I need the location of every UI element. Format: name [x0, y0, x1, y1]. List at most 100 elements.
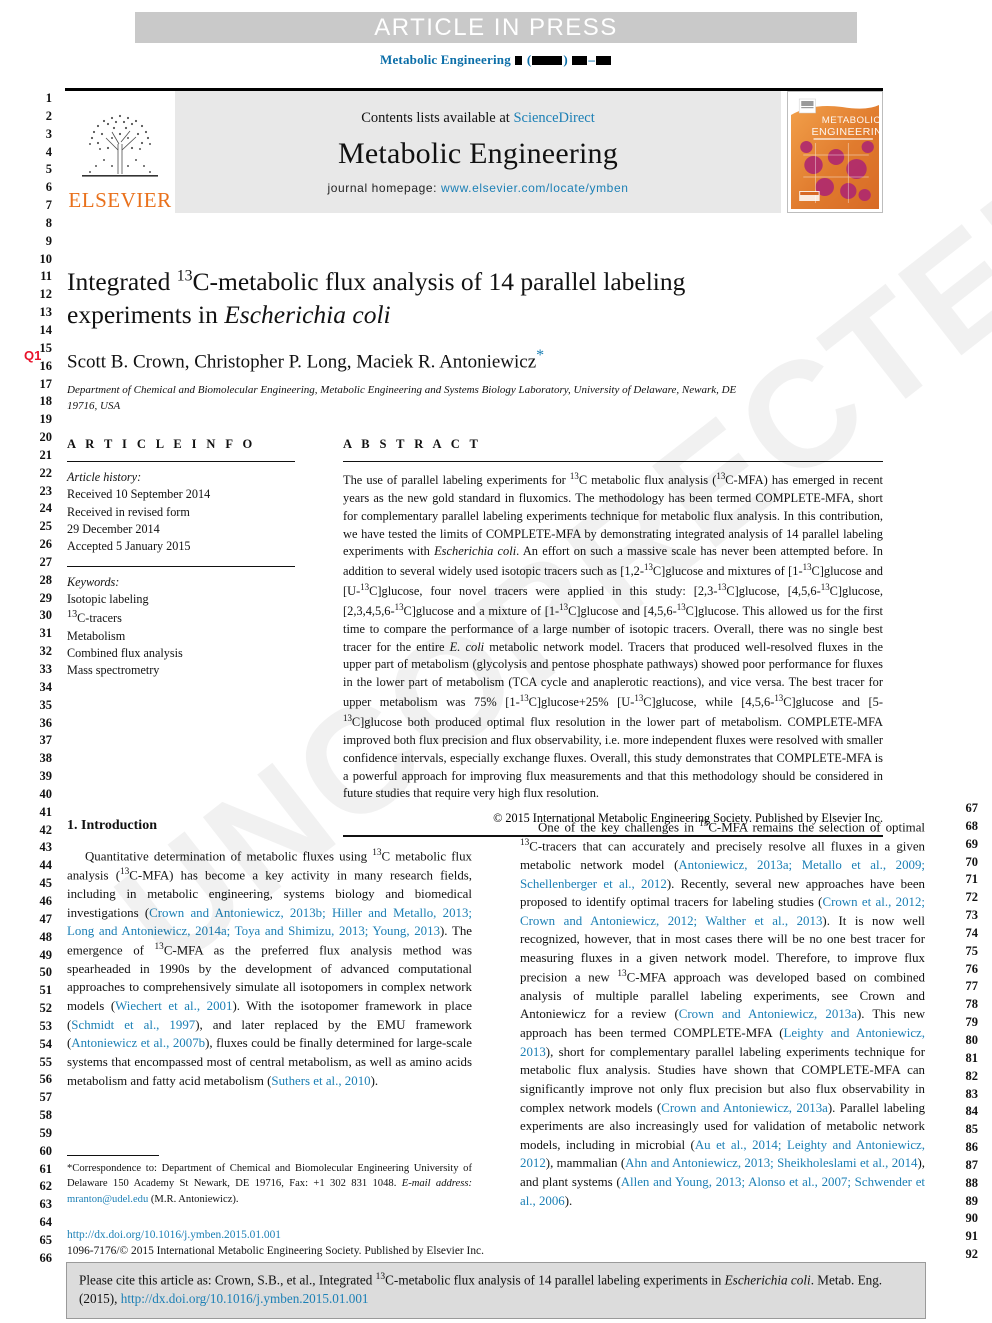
line-number: 35	[39, 697, 53, 712]
keyword-item: Isotopic labeling	[67, 591, 149, 606]
cite-doi-link[interactable]: http://dx.doi.org/10.1016/j.ymben.2015.0…	[121, 1291, 369, 1306]
line-number: 18	[39, 394, 53, 409]
keyword-item: Mass spectrometry	[67, 663, 160, 678]
title-superscript-13: 13	[176, 267, 193, 285]
citation-link[interactable]: Crown and Antoniewicz, 2013a	[679, 1007, 857, 1021]
text-run: Please cite this article as: Crown, S.B.…	[79, 1272, 376, 1288]
body-column-left: 1. Introduction Quantitative determinati…	[67, 818, 472, 1090]
contents-prefix: Contents lists available at	[361, 109, 514, 126]
line-number: 87	[965, 1157, 979, 1172]
line-number: 60	[39, 1143, 53, 1158]
abstract-species: E. coli	[449, 639, 485, 654]
text-run: One of the key challenges in	[538, 820, 700, 835]
line-number: 61	[39, 1161, 53, 1176]
footnote-text: *Correspondence to: Department of Chemic…	[67, 1161, 472, 1207]
text-run: C]glucose and [5-	[783, 695, 883, 710]
article-history-item: 29 December 2014	[67, 521, 160, 536]
line-number: 2	[45, 108, 52, 123]
citation-link[interactable]: Wiechert et al., 2001	[115, 999, 232, 1013]
journal-cover-thumbnail[interactable]: METABOLIC ENGINEERING	[787, 91, 883, 213]
line-number: 52	[39, 1001, 53, 1016]
email-label: E-mail address:	[401, 1178, 472, 1190]
sup-13: 13	[802, 562, 812, 573]
journal-homepage-link[interactable]: www.elsevier.com/locate/ymben	[441, 181, 628, 195]
line-number: 75	[965, 943, 979, 958]
line-number: 89	[965, 1193, 979, 1208]
sup-13: 13	[343, 712, 352, 723]
query-marker-q1[interactable]: Q1	[24, 348, 41, 363]
contents-available-line: Contents lists available at ScienceDirec…	[361, 110, 595, 127]
line-number: 37	[39, 733, 53, 748]
line-number: 78	[965, 997, 979, 1012]
masthead-center: Contents lists available at ScienceDirec…	[175, 91, 781, 213]
article-history-item: Received in revised form	[67, 504, 190, 519]
line-number: 86	[965, 1140, 979, 1155]
text-run: C]glucose, four novel tracers were appli…	[369, 584, 718, 599]
line-number: 73	[965, 908, 979, 923]
line-number: 50	[39, 965, 53, 980]
line-number: 49	[39, 947, 53, 962]
sup-13: 13	[699, 819, 709, 829]
doi-link[interactable]: http://dx.doi.org/10.1016/j.ymben.2015.0…	[67, 1228, 567, 1244]
line-number: 82	[965, 1068, 979, 1083]
line-number: 53	[39, 1018, 53, 1033]
sup-13: 13	[360, 582, 370, 593]
page-title: Integrated 13C-metabolic flux analysis o…	[67, 266, 757, 331]
citation-link[interactable]: Crown and Antoniewicz, 2013a	[661, 1101, 828, 1115]
line-number: 39	[39, 769, 53, 784]
line-number: 38	[39, 751, 53, 766]
text-run: ).	[370, 1073, 379, 1088]
line-number: 71	[965, 872, 979, 887]
line-number: 51	[39, 983, 53, 998]
sup-13: 13	[774, 693, 784, 704]
citation-link[interactable]: Ahn and Antoniewicz, 2013; Sheikholeslam…	[625, 1156, 917, 1170]
keyword-item: Combined flux analysis	[67, 646, 183, 661]
line-number: 8	[45, 215, 52, 230]
body-column-right: One of the key challenges in 13C-MFA rem…	[520, 818, 925, 1210]
line-number: 9	[45, 233, 52, 248]
line-number: 27	[39, 554, 53, 569]
line-number: 46	[39, 893, 53, 908]
line-number: 43	[39, 840, 53, 855]
text-run: C]glucose, while [4,5,6-	[643, 695, 775, 710]
line-number: 22	[39, 465, 53, 480]
line-number: 57	[39, 1090, 53, 1105]
journal-article-page: UNCORRECTED PROOF ARTICLE IN PRESS Metab…	[0, 0, 992, 1323]
redacted-block	[572, 56, 588, 65]
line-number: 67	[965, 801, 979, 815]
line-number: 48	[39, 929, 53, 944]
line-number: 1	[45, 91, 52, 105]
line-number: 54	[39, 1036, 53, 1051]
citation-link[interactable]: Antoniewicz et al., 2007b	[71, 1036, 205, 1050]
sup-13: 13	[394, 601, 404, 612]
article-history-heading: Article history:	[67, 470, 142, 484]
paragraph-intro-2: One of the key challenges in 13C-MFA rem…	[520, 818, 925, 1210]
line-number: 12	[39, 287, 53, 302]
email-link[interactable]: mranton@udel.edu	[67, 1194, 148, 1205]
homepage-prefix: journal homepage:	[327, 180, 442, 195]
running-head-dash: –	[588, 52, 596, 67]
line-number: 65	[39, 1233, 53, 1247]
citation-link[interactable]: Schmidt et al., 1997	[71, 1018, 195, 1032]
please-cite-text: Please cite this article as: Crown, S.B.…	[79, 1271, 913, 1309]
line-number: 14	[39, 322, 53, 337]
sup-13: 13	[372, 848, 382, 858]
journal-title: Metabolic Engineering	[338, 136, 618, 170]
citation-link[interactable]: Suthers et al., 2010	[271, 1074, 370, 1088]
line-number: 41	[39, 804, 53, 819]
line-number: 36	[39, 715, 53, 730]
line-number: 6	[45, 180, 52, 195]
sciencedirect-link[interactable]: ScienceDirect	[513, 110, 594, 126]
redacted-block	[596, 56, 612, 65]
abstract-species: Escherichia coli	[434, 544, 517, 559]
article-history-item: Received 10 September 2014	[67, 487, 211, 502]
doi-block: http://dx.doi.org/10.1016/j.ymben.2015.0…	[67, 1228, 567, 1259]
section-heading-introduction: 1. Introduction	[67, 818, 157, 833]
corresponding-author-mark: *	[536, 347, 545, 365]
sup-13: 13	[375, 1272, 386, 1282]
abstract-column: A B S T R A C T The use of parallel labe…	[343, 437, 883, 838]
line-number: 13	[39, 305, 53, 320]
title-species: Escherichia coli	[224, 299, 391, 329]
line-number: 72	[965, 890, 979, 905]
text-run: C]glucose and a mixture of [1-	[403, 604, 560, 619]
